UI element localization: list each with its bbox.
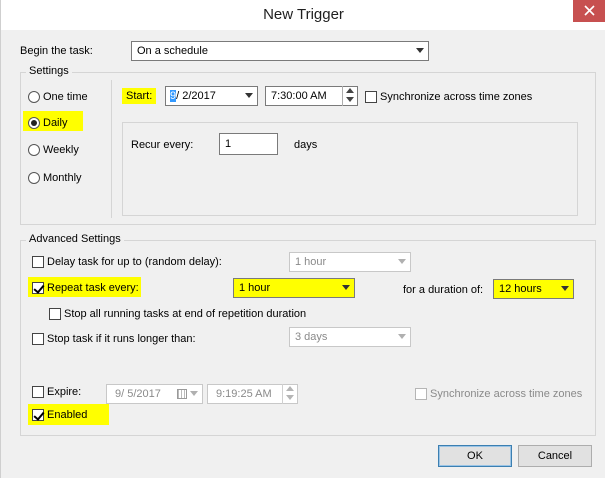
recur-days-input[interactable]: 1 [219,133,278,155]
begin-task-value: On a schedule [137,45,208,57]
chevron-down-icon [398,334,406,339]
expire-time-value: 9:19:25 AM [216,388,272,400]
duration-select[interactable]: 12 hours [493,279,574,299]
expire-time-field[interactable]: 9:19:25 AM [207,384,298,404]
spin-up-icon [286,386,294,391]
expire-checkbox[interactable] [32,386,44,398]
chevron-down-icon [398,259,406,264]
duration-value: 12 hours [499,283,542,295]
close-button[interactable] [573,0,605,22]
stop-all-tasks-checkbox[interactable] [49,308,61,320]
cancel-button[interactable]: Cancel [518,445,592,467]
ok-button[interactable]: OK [438,445,512,467]
close-icon [584,5,595,16]
new-trigger-dialog: New Trigger Begin the task: On a schedul… [0,0,605,478]
calendar-icon [177,389,187,399]
start-time-value: 7:30:00 AM [271,90,327,102]
window-title: New Trigger [263,6,344,23]
expire-date-value: 9/ 5/2017 [115,388,161,400]
chevron-down-icon [561,286,569,291]
radio-one-time[interactable] [28,91,40,103]
start-label: Start: [122,88,157,104]
radio-weekly-label: Weekly [43,144,79,156]
expire-label: Expire: [47,386,82,398]
stop-if-longer-label: Stop task if it runs longer than: [47,333,196,345]
sync-time-zones-checkbox[interactable] [365,91,377,103]
enabled-checkbox[interactable] [32,409,44,421]
advanced-settings-title: Advanced Settings [26,233,124,245]
title-bar: New Trigger [1,0,605,30]
chevron-down-icon [245,93,253,98]
delay-task-label: Delay task for up to (random delay): [47,256,222,268]
start-date-rest: / 2/2017 [176,90,216,102]
radio-daily[interactable] [28,117,40,129]
stop-if-longer-value: 3 days [295,331,328,343]
radio-monthly[interactable] [28,172,40,184]
radio-monthly-label: Monthly [43,172,82,184]
start-date-picker[interactable]: 9/ 2/2017 [165,86,258,106]
recur-days-value: 1 [225,138,232,150]
expire-date-picker[interactable]: 9/ 5/2017 [106,384,203,404]
repeat-task-checkbox[interactable] [32,282,44,294]
expire-sync-checkbox[interactable] [415,388,427,400]
expire-time-spinner[interactable] [282,384,297,404]
recur-days-unit: days [294,139,318,151]
begin-task-label: Begin the task: [20,45,93,57]
chevron-down-icon [342,285,350,290]
enabled-label: Enabled [47,409,88,421]
radio-daily-label: Daily [43,117,68,129]
begin-task-select[interactable]: On a schedule [131,41,429,61]
spin-down-icon [346,97,354,102]
settings-group-title: Settings [26,65,72,77]
chevron-down-icon [416,48,424,53]
start-time-spinner[interactable] [342,86,357,106]
recur-every-label: Recur every: [131,139,194,151]
stop-if-longer-select[interactable]: 3 days [289,327,411,347]
start-time-field[interactable]: 7:30:00 AM [265,86,358,106]
recur-panel [122,122,578,216]
expire-sync-label: Synchronize across time zones [430,388,583,400]
chevron-down-icon [190,391,198,396]
spin-up-icon [346,88,354,93]
radio-one-time-label: One time [43,91,88,103]
sync-time-zones-label: Synchronize across time zones [380,91,533,103]
delay-value: 1 hour [295,256,327,268]
duration-label: for a duration of: [403,284,484,296]
delay-select[interactable]: 1 hour [289,252,411,272]
stop-all-tasks-label: Stop all running tasks at end of repetit… [64,308,307,320]
repeat-interval-value: 1 hour [239,282,271,294]
settings-divider [111,80,112,218]
radio-weekly[interactable] [28,144,40,156]
delay-task-checkbox[interactable] [32,256,44,268]
repeat-task-label: Repeat task every: [47,282,139,294]
repeat-interval-select[interactable]: 1 hour [233,278,355,298]
stop-if-longer-checkbox[interactable] [32,333,44,345]
spin-down-icon [286,395,294,400]
